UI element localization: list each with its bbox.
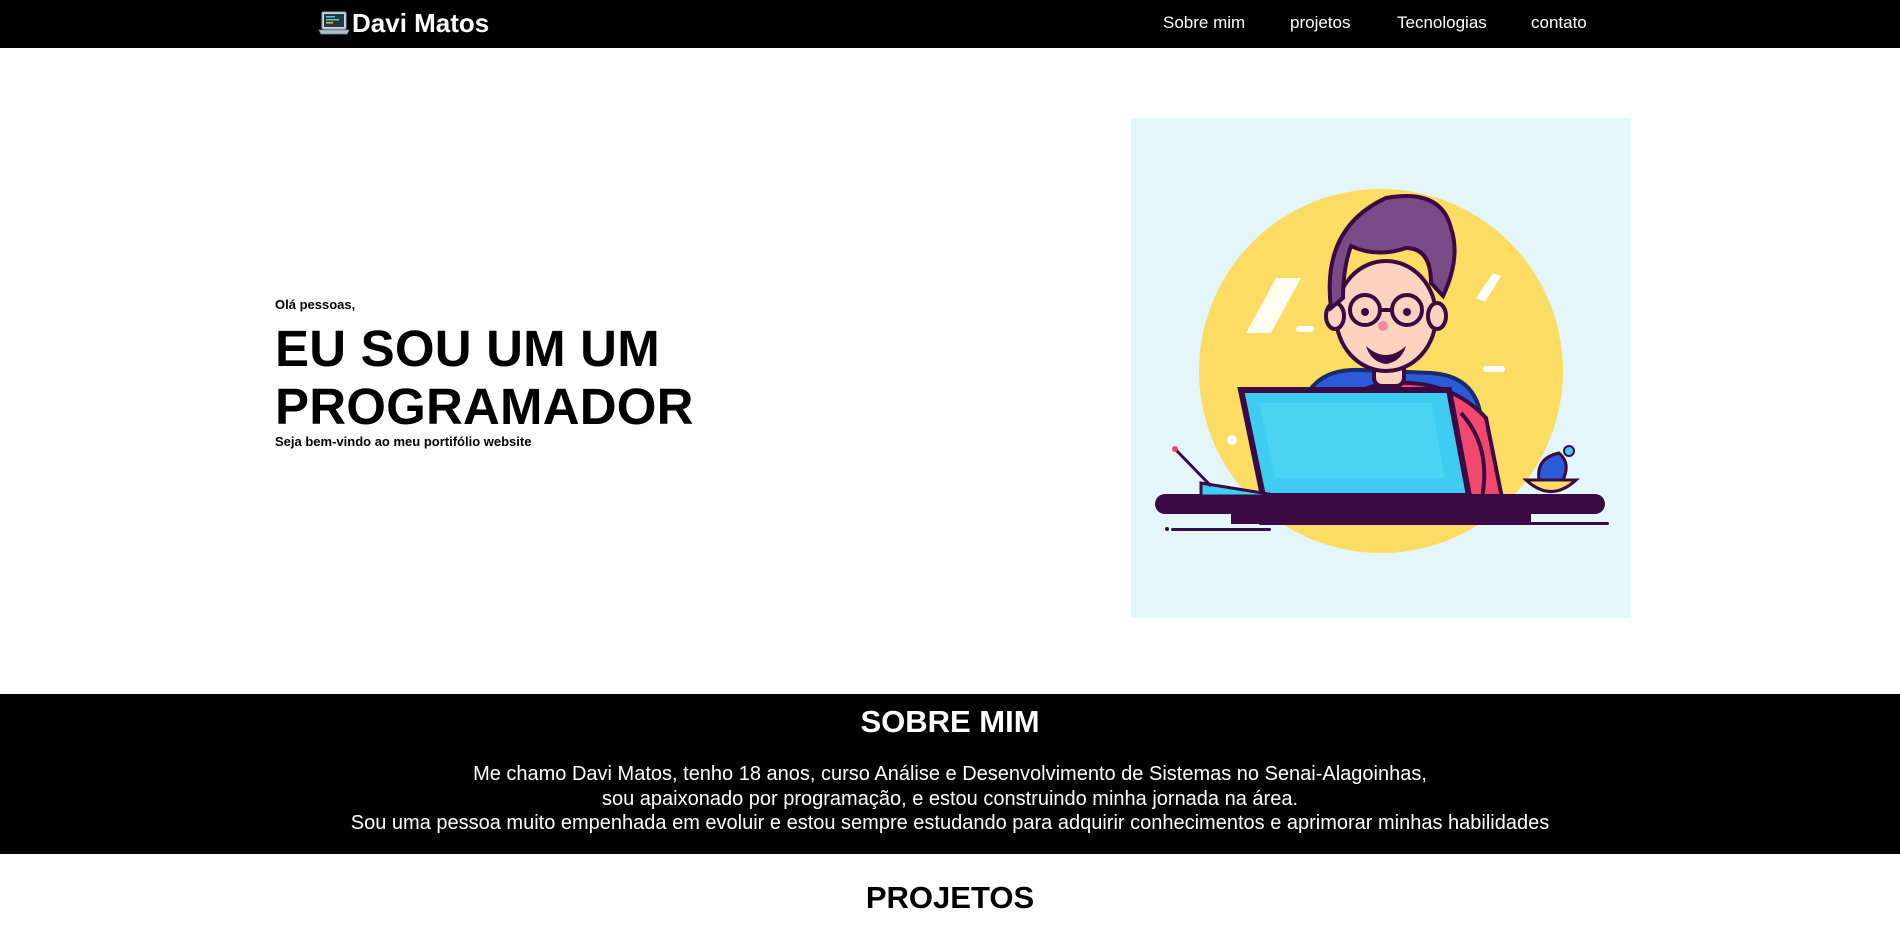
hero-title-line-1: EU SOU UM UM	[275, 320, 660, 377]
nav-link-projetos[interactable]: projetos	[1290, 13, 1350, 33]
programmer-illustration	[1131, 118, 1631, 618]
brand-link[interactable]: Davi Matos	[318, 6, 489, 40]
hero-title-line-2: PROGRAMADOR	[275, 378, 694, 435]
projects-title: PROJETOS	[865, 880, 1035, 915]
about-text: Me chamo Davi Matos, tenho 18 anos, curs…	[0, 762, 1900, 836]
top-navbar: Davi Matos Sobre mim projetos Tecnologia…	[0, 0, 1900, 48]
about-section: SOBRE MIM Me chamo Davi Matos, tenho 18 …	[0, 694, 1900, 854]
hero-title: EU SOU UM UM PROGRAMADOR	[275, 320, 975, 436]
hero-greeting: Olá pessoas,	[275, 297, 356, 312]
nav-link-contato[interactable]: contato	[1531, 13, 1587, 33]
about-title: SOBRE MIM	[860, 704, 1040, 739]
nav-link-sobre-mim[interactable]: Sobre mim	[1163, 13, 1245, 33]
about-line: Me chamo Davi Matos, tenho 18 anos, curs…	[473, 763, 1427, 785]
about-line: Sou uma pessoa muito empenhada em evolui…	[350, 812, 1550, 834]
brand-name: Davi Matos	[352, 7, 490, 38]
laptop-icon	[318, 9, 350, 37]
about-line: sou apaixonado por programação, e estou …	[601, 787, 1298, 810]
nav-link-tecnologias[interactable]: Tecnologias	[1397, 13, 1487, 33]
hero-intro: Olá pessoas, EU SOU UM UM PROGRAMADOR Se…	[275, 296, 975, 451]
